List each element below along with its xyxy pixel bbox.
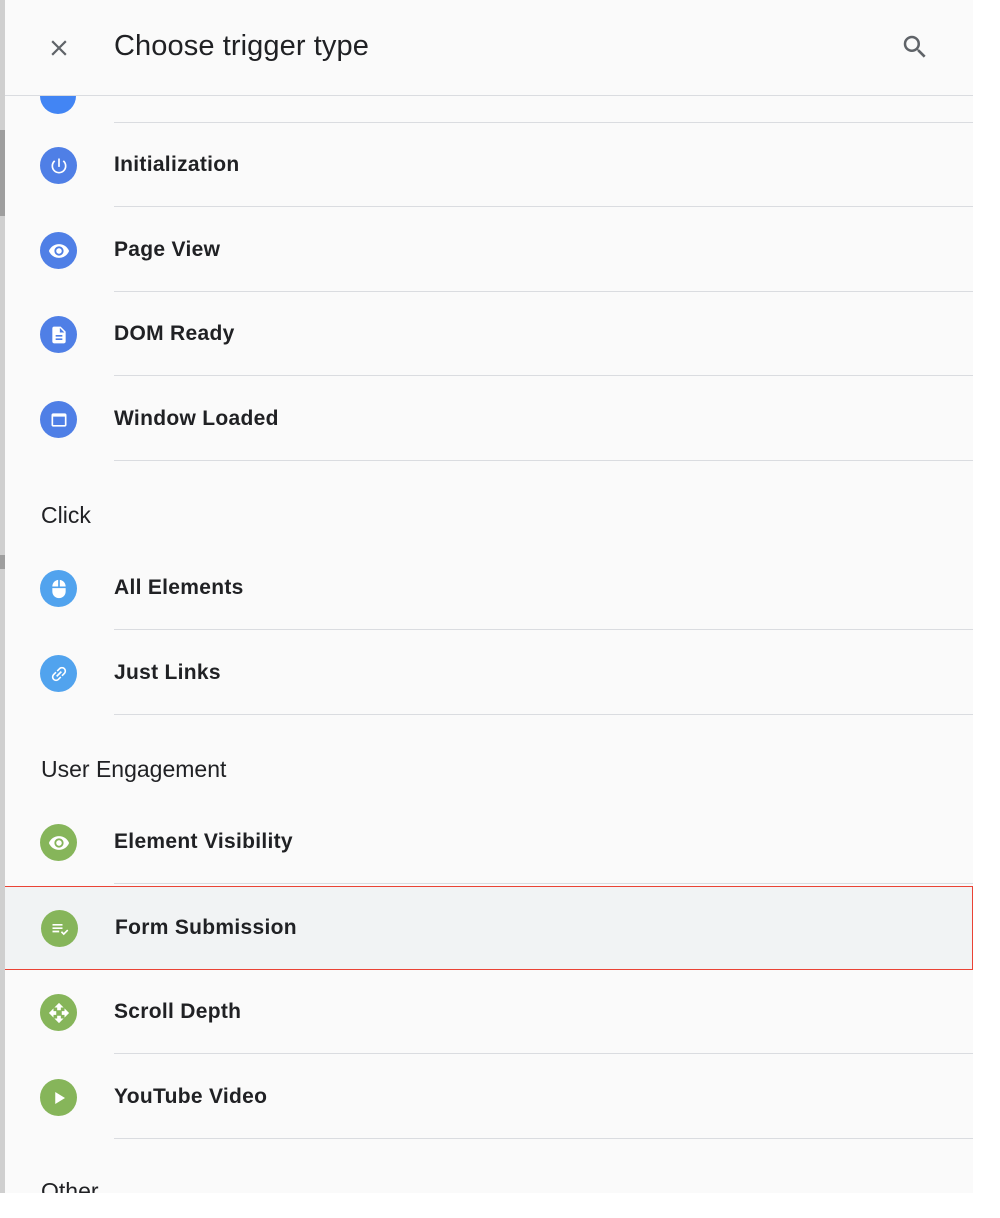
trigger-item-youtube-video[interactable]: YouTube Video: [5, 1055, 973, 1139]
form-check-icon: [41, 910, 78, 947]
section-heading-click: Click: [41, 502, 91, 528]
mouse-icon: [40, 570, 77, 607]
power-icon: [40, 147, 77, 184]
trigger-item-label: Initialization: [114, 153, 240, 176]
trigger-item-label: YouTube Video: [114, 1085, 268, 1108]
panel-header: Choose trigger type: [5, 0, 973, 96]
trigger-item-just-links[interactable]: Just Links: [5, 631, 973, 715]
trigger-item-label: DOM Ready: [114, 322, 235, 345]
window-icon: [40, 401, 77, 438]
document-icon: [40, 316, 77, 353]
eye-icon: [40, 824, 77, 861]
eye-icon: [40, 232, 77, 269]
trigger-item-label: Window Loaded: [114, 407, 279, 430]
trigger-item-label: Scroll Depth: [114, 1000, 242, 1023]
search-icon: [900, 32, 930, 62]
play-icon: [40, 1079, 77, 1116]
trigger-item-window-loaded[interactable]: Window Loaded: [5, 377, 973, 461]
close-button[interactable]: [39, 28, 79, 68]
trigger-item-form-submission[interactable]: Form Submission: [5, 886, 973, 970]
link-icon: [40, 655, 77, 692]
section-heading-other: Other: [41, 1178, 99, 1193]
move-arrows-icon: [40, 994, 77, 1031]
close-icon: [46, 35, 72, 61]
trigger-item-initialization[interactable]: Initialization: [5, 123, 973, 207]
trigger-item-label: Page View: [114, 238, 221, 261]
trigger-item-label: Element Visibility: [114, 830, 293, 853]
trigger-item-label: Form Submission: [115, 916, 297, 939]
trigger-item-scroll-depth[interactable]: Scroll Depth: [5, 970, 973, 1054]
trigger-item-page-view[interactable]: Page View: [5, 208, 973, 292]
search-button[interactable]: [895, 27, 935, 67]
trigger-type-panel: Choose trigger type Initialization Page …: [5, 0, 973, 1193]
panel-title: Choose trigger type: [114, 30, 369, 62]
trigger-item-label: Just Links: [114, 661, 221, 684]
trigger-item-label: All Elements: [114, 576, 244, 599]
trigger-item-all-elements[interactable]: All Elements: [5, 546, 973, 630]
bottom-blank-area: [0, 1193, 1000, 1218]
section-heading-user-engagement: User Engagement: [41, 756, 227, 782]
trigger-item-dom-ready[interactable]: DOM Ready: [5, 292, 973, 376]
trigger-item-element-visibility[interactable]: Element Visibility: [5, 800, 973, 884]
